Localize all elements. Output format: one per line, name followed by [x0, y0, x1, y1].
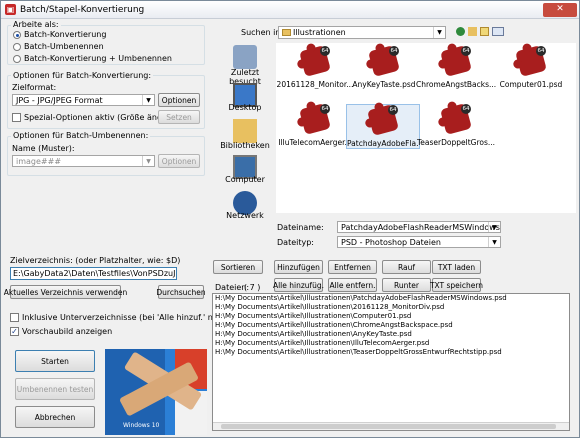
- file-item[interactable]: 64 AnyKeyTaste.psd: [344, 45, 424, 89]
- up-button[interactable]: Rauf: [382, 260, 431, 274]
- include-subdirs-checkbox[interactable]: [10, 313, 19, 322]
- format-label: Zielformat:: [12, 83, 57, 92]
- list-item[interactable]: H:\My Documents\Artikel\Illustrationen\I…: [213, 339, 569, 348]
- list-item[interactable]: H:\My Documents\Artikel\Illustrationen\2…: [213, 303, 569, 312]
- radio-batch-rename[interactable]: [13, 43, 21, 51]
- up-folder-icon[interactable]: [468, 27, 477, 36]
- rename-options-button[interactable]: Optionen: [158, 154, 200, 168]
- preview-caption: Windows 10: [123, 422, 160, 429]
- rename-test-button[interactable]: Umbenennen testen: [15, 378, 95, 400]
- file-item[interactable]: 64 TeaserDoppeltGros...: [416, 103, 496, 147]
- file-list[interactable]: H:\My Documents\Artikel\Illustrationen\P…: [212, 293, 570, 431]
- chevron-down-icon: ▼: [433, 27, 445, 38]
- view-menu-icon[interactable]: [492, 27, 504, 36]
- remove-button[interactable]: Entfernen: [328, 260, 377, 274]
- folder-icon: [282, 29, 291, 36]
- show-preview-checkbox[interactable]: ✓: [10, 327, 19, 336]
- target-dir-input[interactable]: E:\GabyData2\Daten\Testfiles\VonPSDzuJPG…: [10, 267, 177, 280]
- file-item-selected[interactable]: 64 PatchdayAdobeFla...: [346, 104, 420, 149]
- list-item[interactable]: H:\My Documents\Artikel\Illustrationen\A…: [213, 330, 569, 339]
- start-button[interactable]: Starten: [15, 350, 95, 372]
- filename-input[interactable]: PatchdayAdobeFlashReaderMSWindows.psd ▼: [337, 221, 501, 233]
- horizontal-scrollbar[interactable]: [213, 422, 569, 430]
- radio-batch-rename-label: Batch-Umbenennen: [24, 42, 104, 51]
- window-title: Batch/Stapel-Konvertierung: [20, 5, 145, 15]
- save-txt-button[interactable]: TXT speichern: [430, 278, 483, 292]
- lookin-select[interactable]: Illustrationen ▼: [278, 26, 446, 39]
- batch-conversion-window: ▣ Batch/Stapel-Konvertierung ? ✕ Arbeite…: [0, 0, 580, 438]
- add-all-button[interactable]: Alle hinzufüg.: [273, 278, 324, 292]
- filetype-label: Dateityp:: [277, 238, 314, 247]
- down-button[interactable]: Runter: [382, 278, 431, 292]
- show-preview-label: Vorschaubild anzeigen: [22, 327, 113, 336]
- use-current-dir-button[interactable]: Aktuelles Verzeichnis verwenden: [4, 285, 127, 299]
- files-count: ( 7 ): [244, 283, 261, 292]
- file-item[interactable]: 64 ChromeAngstBacks...: [416, 45, 496, 89]
- work-mode-legend: Arbeite als:: [11, 20, 61, 29]
- preview-image: Windows 10: [105, 349, 207, 435]
- close-button[interactable]: ✕: [543, 3, 577, 17]
- load-txt-button[interactable]: TXT laden: [432, 260, 481, 274]
- add-button[interactable]: Hinzufügen: [274, 260, 323, 274]
- file-item[interactable]: 64 IlluTelecomAerger...: [275, 103, 355, 147]
- chevron-down-icon: ▼: [142, 95, 154, 105]
- convert-options-legend: Optionen für Batch-Konvertierung:: [11, 71, 154, 80]
- name-pattern-value: image###: [16, 157, 62, 166]
- libraries-icon: [233, 119, 257, 143]
- sort-button[interactable]: Sortieren: [213, 260, 263, 274]
- radio-batch-convert-rename-label: Batch-Konvertierung + Umbenennen: [24, 54, 172, 63]
- file-item[interactable]: 64 Computer01.psd: [491, 45, 571, 89]
- new-folder-icon[interactable]: [480, 27, 489, 36]
- radio-batch-convert[interactable]: [13, 31, 21, 39]
- file-item[interactable]: 64 20161128_Monitor...: [275, 45, 355, 89]
- list-item[interactable]: H:\My Documents\Artikel\Illustrationen\T…: [213, 348, 569, 357]
- lookin-label: Suchen in:: [241, 28, 284, 37]
- set-button[interactable]: Setzen: [158, 110, 200, 124]
- filetype-select[interactable]: PSD - Photoshop Dateien ▼: [337, 236, 501, 248]
- filename-label: Dateiname:: [277, 223, 324, 232]
- cancel-button[interactable]: Abbrechen: [15, 406, 95, 428]
- list-item[interactable]: H:\My Documents\Artikel\Illustrationen\P…: [213, 294, 569, 303]
- chevron-down-icon: ▼: [488, 222, 500, 232]
- target-dir-label: Zielverzeichnis: (oder Platzhalter, wie:…: [10, 256, 181, 265]
- lookin-folder: Illustrationen: [293, 28, 346, 37]
- remove-all-button[interactable]: Alle entfern.: [328, 278, 377, 292]
- chevron-down-icon: ▼: [142, 156, 154, 166]
- list-item[interactable]: H:\My Documents\Artikel\Illustrationen\C…: [213, 312, 569, 321]
- places-bar: Zuletzt besucht Desktop Bibliotheken Com…: [215, 43, 273, 220]
- recent-places-icon: [233, 45, 257, 69]
- name-pattern-label: Name (Muster):: [12, 144, 75, 153]
- rename-options-legend: Optionen für Batch-Umbenennen:: [11, 131, 151, 140]
- special-options-checkbox[interactable]: [12, 113, 21, 122]
- format-options-button[interactable]: Optionen: [158, 93, 200, 107]
- scrollbar-thumb[interactable]: [221, 424, 556, 429]
- target-format-select[interactable]: JPG - JPG/JPEG Format ▼: [12, 94, 155, 106]
- radio-batch-convert-rename[interactable]: [13, 55, 21, 63]
- chevron-down-icon: ▼: [488, 237, 500, 247]
- name-pattern-select[interactable]: image### ▼: [12, 155, 155, 167]
- title-bar: ▣ Batch/Stapel-Konvertierung ? ✕: [1, 1, 579, 19]
- back-icon[interactable]: [456, 27, 465, 36]
- target-format-value: JPG - JPG/JPEG Format: [16, 96, 103, 105]
- browse-button[interactable]: Durchsuchen: [156, 285, 206, 299]
- app-icon: ▣: [5, 4, 16, 15]
- radio-batch-convert-label: Batch-Konvertierung: [24, 30, 107, 39]
- list-item[interactable]: H:\My Documents\Artikel\Illustrationen\C…: [213, 321, 569, 330]
